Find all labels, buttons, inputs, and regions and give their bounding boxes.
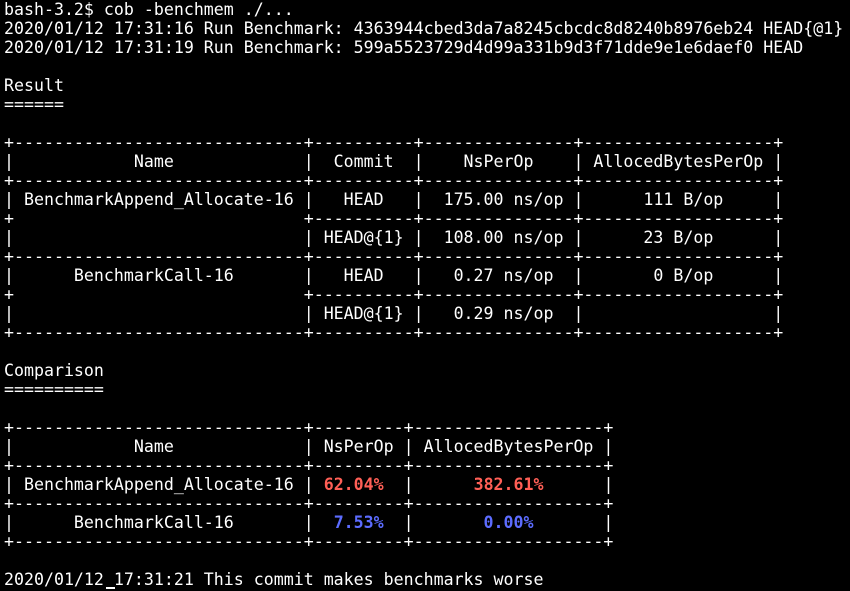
row-separator: | (383, 475, 474, 494)
result-table-border: +-----------------------------+---------… (4, 133, 784, 152)
result-table-header: | Name | Commit | NsPerOp | AllocedBytes… (4, 152, 784, 171)
text-cursor (106, 587, 115, 589)
result-table-row: | BenchmarkAppend_Allocate-16 | HEAD | 1… (4, 190, 784, 209)
result-table-border: + +----------+---------------+----------… (4, 285, 784, 304)
comparison-table-border: +-----------------------------+---------… (4, 494, 614, 513)
comparison-table-header: | Name | NsPerOp | AllocedBytesPerOp | (4, 437, 614, 456)
nsperop-better-value: 7.53% (333, 513, 384, 532)
row-suffix: | (533, 513, 614, 532)
comparison-table-row: | BenchmarkAppend_Allocate-16 | 62.04% |… (4, 475, 613, 494)
log-line: 2020/01/12 17:31:16 Run Benchmark: 43639… (4, 19, 844, 38)
terminal-window[interactable]: bash-3.2$ cob -benchmem ./... 2020/01/12… (0, 0, 850, 591)
comparison-table-border: +-----------------------------+---------… (4, 456, 614, 475)
row-suffix: | (543, 475, 614, 494)
alloc-worse-value: 382.61% (473, 475, 544, 494)
result-table-row: | | HEAD@{1} | 0.29 ns/op | | (4, 304, 784, 323)
result-table-border: +-----------------------------+---------… (4, 247, 784, 266)
comparison-underline: ========== (4, 380, 104, 399)
log-line: 2020/01/12 17:31:19 Run Benchmark: 599a5… (4, 38, 804, 57)
comparison-table-row: | BenchmarkCall-16 | 7.53% | 0.00% | (4, 513, 613, 532)
result-table-row: | BenchmarkCall-16 | HEAD | 0.27 ns/op |… (4, 266, 784, 285)
command-prompt: bash-3.2$ cob -benchmem ./... (4, 0, 294, 19)
alloc-better-value: 0.00% (483, 513, 534, 532)
result-title: Result (4, 76, 64, 95)
result-table-row: | | HEAD@{1} | 108.00 ns/op | 23 B/op | (4, 228, 784, 247)
nsperop-worse-value: 62.04% (323, 475, 384, 494)
result-table-border: + +----------+---------------+----------… (4, 209, 784, 228)
comparison-title: Comparison (4, 361, 104, 380)
final-message: 2020/01/12 17:31:21 This commit makes be… (4, 570, 544, 589)
row-prefix: | BenchmarkAppend_Allocate-16 | (4, 475, 324, 494)
row-separator: | (383, 513, 484, 532)
result-table-border: +-----------------------------+---------… (4, 171, 784, 190)
result-table-border: +-----------------------------+---------… (4, 323, 784, 342)
row-prefix: | BenchmarkCall-16 | (4, 513, 334, 532)
comparison-table-border: +-----------------------------+---------… (4, 418, 614, 437)
comparison-table-border: +-----------------------------+---------… (4, 532, 614, 551)
result-underline: ====== (4, 95, 64, 114)
